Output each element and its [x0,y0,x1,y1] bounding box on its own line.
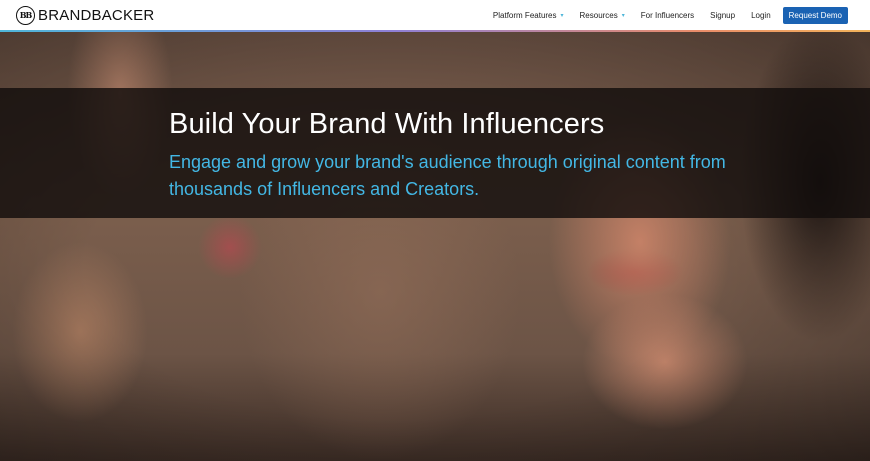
nav-item-label: Login [751,10,771,20]
nav-item-label: Signup [710,10,736,20]
nav-item-for-influencers[interactable]: For Influencers [641,11,694,20]
nav-item-label: For Influencers [640,10,695,20]
hero-title: Build Your Brand With Influencers [169,108,605,140]
brand-name: BRANDBACKER [38,6,155,24]
page: BB BRANDBACKER Platform Features ▾ Resou… [0,0,870,461]
hero-section: Build Your Brand With Influencers Engage… [0,32,870,461]
chevron-down-icon: ▾ [621,12,625,19]
hero-subtitle: Engage and grow your brand's audience th… [169,152,726,199]
brand-logo-mark: BB [16,5,35,25]
main-nav: Platform Features ▾ Resources ▾ For Infl… [477,0,848,30]
nav-item-label: Resources [579,10,618,20]
nav-item-resources[interactable]: Resources ▾ [580,11,625,20]
nav-item-platform-features[interactable]: Platform Features ▾ [493,11,564,20]
brand-logo[interactable]: BB BRANDBACKER [16,5,154,25]
header-accent-line [0,30,870,32]
nav-item-login[interactable]: Login [751,11,771,20]
chevron-down-icon: ▾ [560,12,564,19]
nav-item-signup[interactable]: Signup [710,11,735,20]
request-demo-button[interactable]: Request Demo [782,6,848,24]
nav-item-label: Platform Features [492,10,557,20]
site-header: BB BRANDBACKER Platform Features ▾ Resou… [0,0,870,30]
